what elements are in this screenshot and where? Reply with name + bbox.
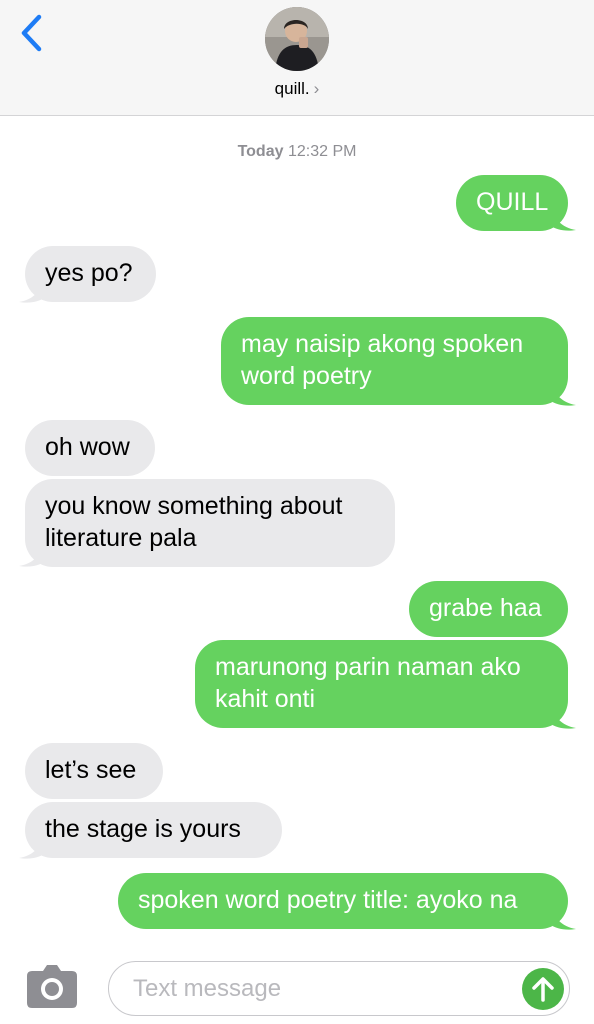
chevron-right-icon: › xyxy=(313,79,320,98)
contact-name-button[interactable]: quill. › xyxy=(0,79,594,99)
message-line: kahit onti xyxy=(215,685,316,713)
outgoing-message[interactable]: marunong parin naman ako kahit onti xyxy=(195,640,568,728)
message-input-placeholder: Text message xyxy=(133,975,282,1002)
incoming-message[interactable]: let’s see xyxy=(25,743,163,799)
camera-icon xyxy=(27,965,77,1008)
incoming-message[interactable]: the stage is yours xyxy=(25,802,282,858)
message-line: QUILL xyxy=(476,188,549,216)
message-line: oh wow xyxy=(45,433,130,461)
arrow-up-icon xyxy=(532,977,554,1002)
outgoing-message[interactable]: grabe haa xyxy=(409,581,568,637)
incoming-message[interactable]: you know something about literature pala xyxy=(25,479,395,567)
incoming-message[interactable]: yes po? xyxy=(25,246,156,302)
message-line: spoken word poetry title: ayoko na xyxy=(138,886,518,914)
outgoing-message[interactable]: may naisip akong spoken word poetry xyxy=(221,317,568,405)
message-line: marunong parin naman ako xyxy=(215,653,521,681)
message-line: grabe haa xyxy=(429,594,542,622)
message-line: you know something about xyxy=(45,492,343,520)
incoming-message[interactable]: oh wow xyxy=(25,420,155,476)
timestamp-day: Today xyxy=(237,143,284,160)
message-line: literature pala xyxy=(45,524,197,552)
conversation-header: quill. › xyxy=(0,0,594,116)
send-button[interactable] xyxy=(522,968,564,1010)
message-line: may naisip akong spoken xyxy=(241,330,524,358)
camera-button[interactable] xyxy=(24,963,80,1013)
message-line: let’s see xyxy=(45,756,137,784)
message-line: word poetry xyxy=(241,362,372,390)
timestamp-time: 12:32 PM xyxy=(287,143,357,160)
message-timestamp: Today 12:32 PM xyxy=(0,143,594,161)
message-line: yes po? xyxy=(45,259,133,287)
outgoing-message[interactable]: QUILL xyxy=(456,175,568,231)
back-button[interactable] xyxy=(14,12,48,54)
message-input[interactable]: Text message xyxy=(108,961,570,1016)
chevron-left-icon xyxy=(21,14,42,52)
outgoing-message[interactable]: spoken word poetry title: ayoko na xyxy=(118,873,568,929)
contact-name: quill. xyxy=(274,79,310,98)
contact-avatar[interactable] xyxy=(265,7,329,71)
message-line: the stage is yours xyxy=(45,815,241,843)
